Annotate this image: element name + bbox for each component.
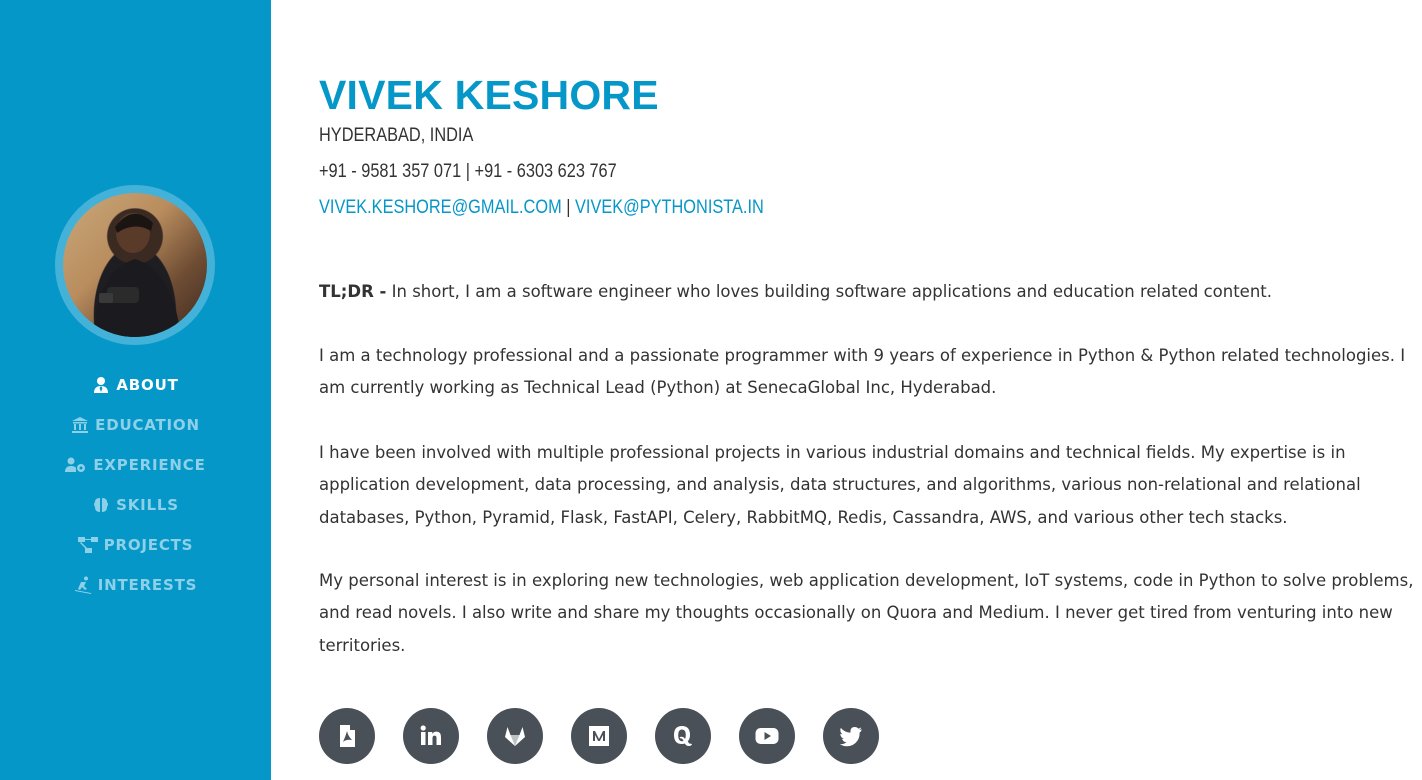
nav-label-about: ABOUT [116, 376, 179, 394]
project-diagram-icon [77, 537, 98, 553]
page-title: VIVEK KESHORE [319, 72, 659, 118]
nav-item-education[interactable]: EDUCATION [0, 405, 271, 445]
about-paragraph-4: My personal interest is in exploring new… [319, 571, 1414, 655]
tldr-label: TL;DR - [319, 282, 387, 301]
phone-separator: | [461, 161, 475, 182]
quora-icon [674, 726, 692, 746]
gitlab-button[interactable] [487, 708, 543, 764]
social-links [319, 708, 879, 764]
medium-button[interactable] [571, 708, 627, 764]
phone-2: +91 - 6303 623 767 [474, 161, 617, 182]
users-cog-icon [65, 457, 86, 472]
brain-icon [94, 498, 109, 512]
nav-item-skills[interactable]: SKILLS [0, 485, 271, 525]
linkedin-icon [420, 725, 441, 745]
email-line: VIVEK.KESHORE@GMAIL.COM | VIVEK@PYTHONIS… [319, 197, 764, 219]
nav-label-education: EDUCATION [95, 416, 200, 434]
avatar-ring [55, 185, 215, 345]
medium-icon [589, 726, 609, 746]
resume-pdf-button[interactable] [319, 708, 375, 764]
skiing-icon [74, 576, 91, 594]
tldr-paragraph: TL;DR - In short, I am a software engine… [319, 276, 1422, 308]
pdf-icon [340, 725, 355, 747]
about-paragraph-3: I have been involved with multiple profe… [319, 443, 1361, 527]
twitter-icon [839, 727, 862, 747]
twitter-button[interactable] [823, 708, 879, 764]
nav-item-experience[interactable]: EXPERIENCE [0, 445, 271, 485]
nav-item-about[interactable]: ABOUT [0, 365, 271, 405]
sidebar-nav: ABOUT EDUCATION EXPERIENCE SKILLS PROJEC… [0, 365, 271, 605]
linkedin-button[interactable] [403, 708, 459, 764]
avatar [63, 193, 207, 337]
email-separator: | [561, 197, 576, 218]
university-icon [72, 417, 89, 433]
phone-line: +91 - 9581 357 071 | +91 - 6303 623 767 [319, 161, 617, 183]
sidebar: ABOUT EDUCATION EXPERIENCE SKILLS PROJEC… [0, 0, 271, 780]
gitlab-icon [505, 727, 525, 746]
nav-label-skills: SKILLS [116, 496, 179, 514]
about-paragraph-2: I am a technology professional and a pas… [319, 346, 1406, 398]
email-link-1[interactable]: VIVEK.KESHORE@GMAIL.COM [319, 197, 562, 218]
tldr-text: In short, I am a software engineer who l… [386, 282, 1272, 301]
location-text: HYDERABAD, INDIA [319, 125, 474, 146]
nav-label-interests: INTERESTS [97, 576, 198, 594]
user-tie-icon [94, 377, 109, 393]
email-link-2[interactable]: VIVEK@PYTHONISTA.IN [575, 197, 764, 218]
nav-item-projects[interactable]: PROJECTS [0, 525, 271, 565]
phone-1: +91 - 9581 357 071 [319, 161, 462, 182]
nav-label-projects: PROJECTS [103, 536, 194, 554]
youtube-button[interactable] [739, 708, 795, 764]
nav-item-interests[interactable]: INTERESTS [0, 565, 271, 605]
youtube-icon [755, 728, 779, 744]
nav-label-experience: EXPERIENCE [93, 456, 206, 474]
quora-button[interactable] [655, 708, 711, 764]
